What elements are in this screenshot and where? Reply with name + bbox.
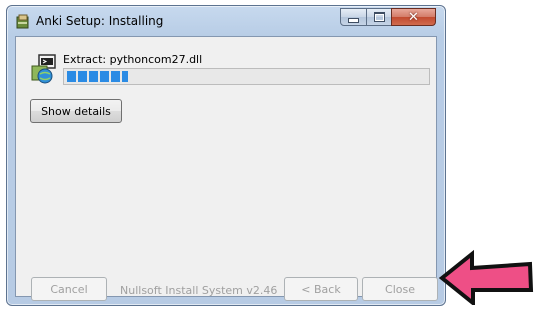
cancel-button[interactable]: Cancel	[31, 277, 107, 301]
minimize-icon	[348, 17, 359, 23]
close-button[interactable]: Close	[362, 277, 438, 301]
installer-branding: Nullsoft Install System v2.46	[120, 284, 278, 297]
installer-globe-icon	[31, 54, 56, 84]
window-close-button[interactable]: ✕	[391, 8, 436, 26]
install-status-text: Extract: pythoncom27.dll	[63, 53, 203, 66]
installer-package-icon	[16, 14, 29, 29]
maximize-button[interactable]	[366, 8, 392, 26]
show-details-button[interactable]: Show details	[30, 99, 122, 123]
close-icon: ✕	[408, 9, 419, 25]
installer-client-area: Extract: pythoncom27.dll Show details Ca…	[15, 36, 438, 301]
installer-window: Anki Setup: Installing ✕ Extract: python…	[6, 5, 446, 306]
pointing-arrow-icon	[438, 249, 534, 305]
window-title: Anki Setup: Installing	[36, 14, 164, 28]
back-button[interactable]: < Back	[284, 277, 358, 301]
install-progress-fill	[67, 71, 129, 82]
install-progress-bar	[63, 68, 430, 85]
maximize-icon	[373, 12, 385, 22]
screenshot-stage: Anki Setup: Installing ✕ Extract: python…	[0, 0, 535, 310]
minimize-button[interactable]	[340, 8, 367, 26]
title-bar[interactable]: Anki Setup: Installing ✕	[7, 6, 445, 36]
